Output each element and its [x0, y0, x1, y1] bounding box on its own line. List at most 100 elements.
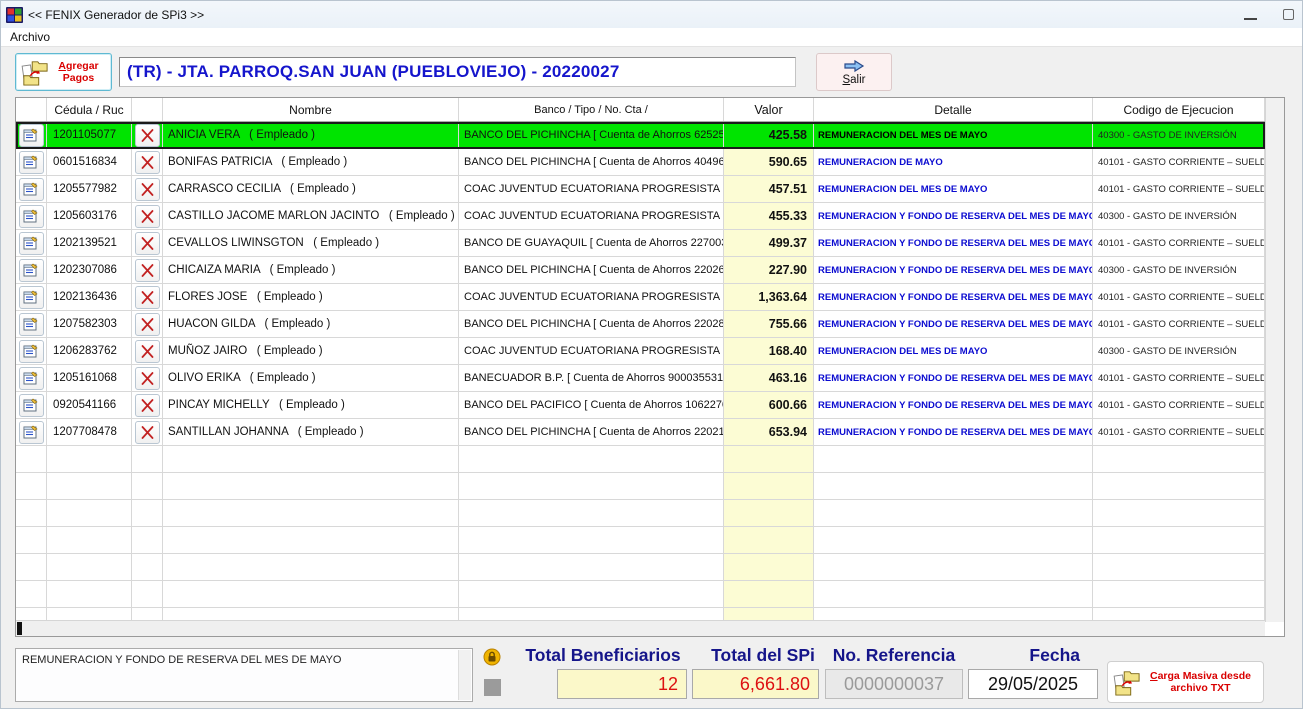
status-square: [484, 679, 501, 696]
edit-form-icon: [23, 344, 39, 359]
referencia-label: No. Referencia: [827, 645, 961, 666]
table-row[interactable]: 1205577982 CARRASCO CECILIA ( Empleado )…: [16, 176, 1265, 203]
edit-form-icon: [23, 128, 39, 143]
minimize-icon[interactable]: [1244, 18, 1257, 20]
delete-row-button[interactable]: [135, 367, 160, 390]
delete-row-button[interactable]: [135, 421, 160, 444]
edit-row-button[interactable]: [19, 286, 44, 309]
table-row[interactable]: 0920541166 PINCAY MICHELLY ( Empleado ) …: [16, 392, 1265, 419]
table-row-empty[interactable]: [16, 500, 1265, 527]
edit-row-button[interactable]: [19, 178, 44, 201]
vertical-scrollbar[interactable]: [1265, 98, 1284, 622]
col-header-nombre[interactable]: Nombre: [163, 98, 459, 121]
fecha-field[interactable]: 29/05/2025: [968, 669, 1098, 699]
total-beneficiarios-label: Total Beneficiarios: [517, 645, 689, 666]
edit-row-button[interactable]: [19, 394, 44, 417]
window-title: << FENIX Generador de SPi3 >>: [28, 8, 204, 22]
lock-icon: [483, 648, 501, 666]
detalle-textarea[interactable]: REMUNERACION Y FONDO DE RESERVA DEL MES …: [15, 648, 473, 702]
grid-body: 1201105077 ANICIA VERA ( Empleado ) BANC…: [16, 122, 1265, 622]
edit-row-button[interactable]: [19, 232, 44, 255]
edit-form-icon: [23, 182, 39, 197]
red-x-icon: [141, 399, 154, 412]
menu-archivo[interactable]: Archivo: [1, 30, 59, 44]
red-x-icon: [141, 183, 154, 196]
col-header-banco[interactable]: Banco / Tipo / No. Cta /: [459, 98, 724, 121]
red-x-icon: [141, 156, 154, 169]
edit-row-button[interactable]: [19, 151, 44, 174]
table-row[interactable]: 0601516834 BONIFAS PATRICIA ( Empleado )…: [16, 149, 1265, 176]
table-row[interactable]: 1207582303 HUACON GILDA ( Empleado ) BAN…: [16, 311, 1265, 338]
edit-row-button[interactable]: [19, 205, 44, 228]
col-header-detalle[interactable]: Detalle: [814, 98, 1093, 121]
edit-row-button[interactable]: [19, 421, 44, 444]
folder-transfer-icon: [20, 59, 50, 86]
salir-label: Salir: [842, 74, 865, 86]
table-row-empty[interactable]: [16, 473, 1265, 500]
maximize-icon[interactable]: [1283, 9, 1294, 20]
table-row[interactable]: 1206283762 MUÑOZ JAIRO ( Empleado ) COAC…: [16, 338, 1265, 365]
horizontal-scrollbar[interactable]: [16, 620, 1265, 636]
edit-row-button[interactable]: [19, 124, 44, 147]
entity-field[interactable]: (TR) - JTA. PARROQ.SAN JUAN (PUEBLOVIEJO…: [119, 57, 796, 87]
table-row[interactable]: 1202307086 CHICAIZA MARIA ( Empleado ) B…: [16, 257, 1265, 284]
delete-row-button[interactable]: [135, 259, 160, 282]
carga-masiva-button[interactable]: Carga Masiva desde archivo TXT: [1107, 661, 1264, 703]
grid-header: Cédula / Ruc Nombre Banco / Tipo / No. C…: [16, 98, 1265, 122]
table-row-empty[interactable]: [16, 581, 1265, 608]
col-header-codigo[interactable]: Codigo de Ejecucion: [1093, 98, 1265, 121]
table-row[interactable]: 1205161068 OLIVO ERIKA ( Empleado ) BANE…: [16, 365, 1265, 392]
edit-row-button[interactable]: [19, 367, 44, 390]
textarea-scrollbar[interactable]: [458, 650, 471, 700]
table-row-empty[interactable]: [16, 527, 1265, 554]
referencia-field[interactable]: 0000000037: [825, 669, 963, 699]
edit-row-button[interactable]: [19, 313, 44, 336]
total-beneficiarios-value: 12: [557, 669, 687, 699]
red-x-icon: [141, 426, 154, 439]
payments-grid: Cédula / Ruc Nombre Banco / Tipo / No. C…: [15, 97, 1285, 637]
delete-row-button[interactable]: [135, 394, 160, 417]
agregar-pagos-label: Agregar Pagos: [50, 60, 107, 84]
edit-form-icon: [23, 317, 39, 332]
table-row[interactable]: 1202136436 FLORES JOSE ( Empleado ) COAC…: [16, 284, 1265, 311]
scrollbar-thumb[interactable]: [17, 622, 22, 635]
edit-form-icon: [23, 263, 39, 278]
delete-row-button[interactable]: [135, 205, 160, 228]
red-x-icon: [141, 318, 154, 331]
table-row-empty[interactable]: [16, 554, 1265, 581]
edit-row-button[interactable]: [19, 259, 44, 282]
blue-right-arrow-icon: [843, 59, 865, 73]
edit-form-icon: [23, 209, 39, 224]
total-spi-value: 6,661.80: [692, 669, 819, 699]
folder-transfer-icon: [1112, 669, 1142, 696]
delete-row-button[interactable]: [135, 340, 160, 363]
titlebar: << FENIX Generador de SPi3 >>: [1, 1, 1302, 28]
delete-row-button[interactable]: [135, 124, 160, 147]
edit-row-button[interactable]: [19, 340, 44, 363]
edit-form-icon: [23, 425, 39, 440]
edit-form-icon: [23, 371, 39, 386]
table-row[interactable]: 1202139521 CEVALLOS LIWINSGTON ( Emplead…: [16, 230, 1265, 257]
delete-row-button[interactable]: [135, 313, 160, 336]
table-row[interactable]: 1205603176 CASTILLO JACOME MARLON JACINT…: [16, 203, 1265, 230]
table-row[interactable]: 1201105077 ANICIA VERA ( Empleado ) BANC…: [16, 122, 1265, 149]
delete-row-button[interactable]: [135, 151, 160, 174]
col-header-cedula[interactable]: Cédula / Ruc: [47, 98, 132, 121]
delete-row-button[interactable]: [135, 232, 160, 255]
edit-form-icon: [23, 236, 39, 251]
table-row[interactable]: 1207708478 SANTILLAN JOHANNA ( Empleado …: [16, 419, 1265, 446]
table-row-empty[interactable]: [16, 446, 1265, 473]
edit-form-icon: [23, 155, 39, 170]
detalle-text: REMUNERACION Y FONDO DE RESERVA DEL MES …: [22, 654, 341, 666]
red-x-icon: [141, 372, 154, 385]
red-x-icon: [141, 345, 154, 358]
app-icon: [6, 7, 23, 23]
salir-button[interactable]: Salir: [816, 53, 892, 91]
red-x-icon: [141, 129, 154, 142]
carga-masiva-label: Carga Masiva desde archivo TXT: [1142, 670, 1259, 694]
delete-row-button[interactable]: [135, 286, 160, 309]
agregar-pagos-button[interactable]: Agregar Pagos: [15, 53, 112, 91]
col-header-valor[interactable]: Valor: [724, 98, 814, 121]
delete-row-button[interactable]: [135, 178, 160, 201]
red-x-icon: [141, 291, 154, 304]
